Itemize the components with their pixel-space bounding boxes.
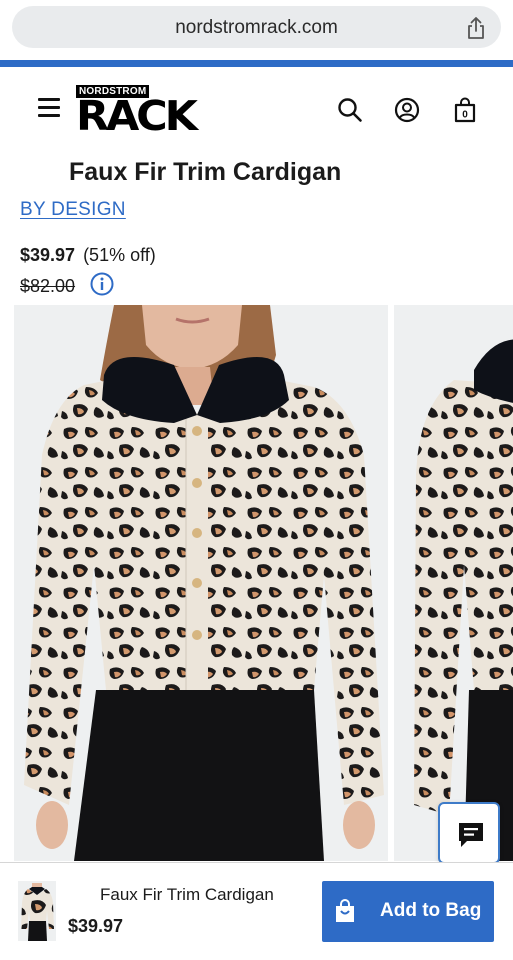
product-thumbnail[interactable] (18, 881, 56, 941)
shopping-bag-icon[interactable]: 0 (452, 97, 478, 123)
product-photo-illustration (14, 305, 388, 861)
thumbnail-illustration (18, 881, 56, 941)
logo-rack-text: RACK (76, 92, 198, 140)
bag-count: 0 (462, 110, 468, 121)
add-to-bag-button[interactable]: Add to Bag (322, 881, 494, 942)
chat-button[interactable] (438, 802, 500, 864)
account-icon[interactable] (394, 97, 420, 123)
product-image-gallery[interactable] (0, 305, 513, 861)
discount-percent: (51% off) (83, 245, 156, 265)
search-icon[interactable] (337, 97, 363, 123)
nordstrom-rack-logo[interactable]: NORDSTROM RACK (76, 85, 222, 140)
chat-icon (459, 823, 483, 847)
add-to-bag-label: Add to Bag (380, 900, 482, 921)
original-price: $82.00 (20, 276, 76, 296)
site-header: NORDSTROM RACK 0 (0, 67, 513, 157)
product-photo-side-illustration (394, 305, 513, 861)
header-accent-rule (0, 60, 513, 67)
price-row: $39.97 (51% off) (20, 245, 156, 266)
product-photo-main[interactable] (14, 305, 388, 861)
sticky-product-title: Faux Fir Trim Cardigan (100, 885, 274, 904)
hamburger-menu-icon[interactable] (38, 98, 60, 118)
sticky-add-to-bag-bar: Faux Fir Trim Cardigan $39.97 Add to Bag (0, 862, 513, 960)
bag-icon (336, 899, 354, 922)
sale-price: $39.97 (20, 245, 76, 265)
brand-link[interactable]: BY DESIGN (20, 199, 126, 221)
info-icon[interactable] (90, 272, 114, 296)
browser-bar: nordstromrack.com (0, 0, 513, 60)
product-photo-secondary[interactable] (394, 305, 513, 861)
share-icon[interactable] (465, 16, 487, 40)
sticky-product-price: $39.97 (68, 916, 124, 936)
product-title: Faux Fir Trim Cardigan (69, 158, 342, 186)
url-text[interactable]: nordstromrack.com (12, 17, 501, 39)
url-bar[interactable]: nordstromrack.com (12, 6, 501, 48)
